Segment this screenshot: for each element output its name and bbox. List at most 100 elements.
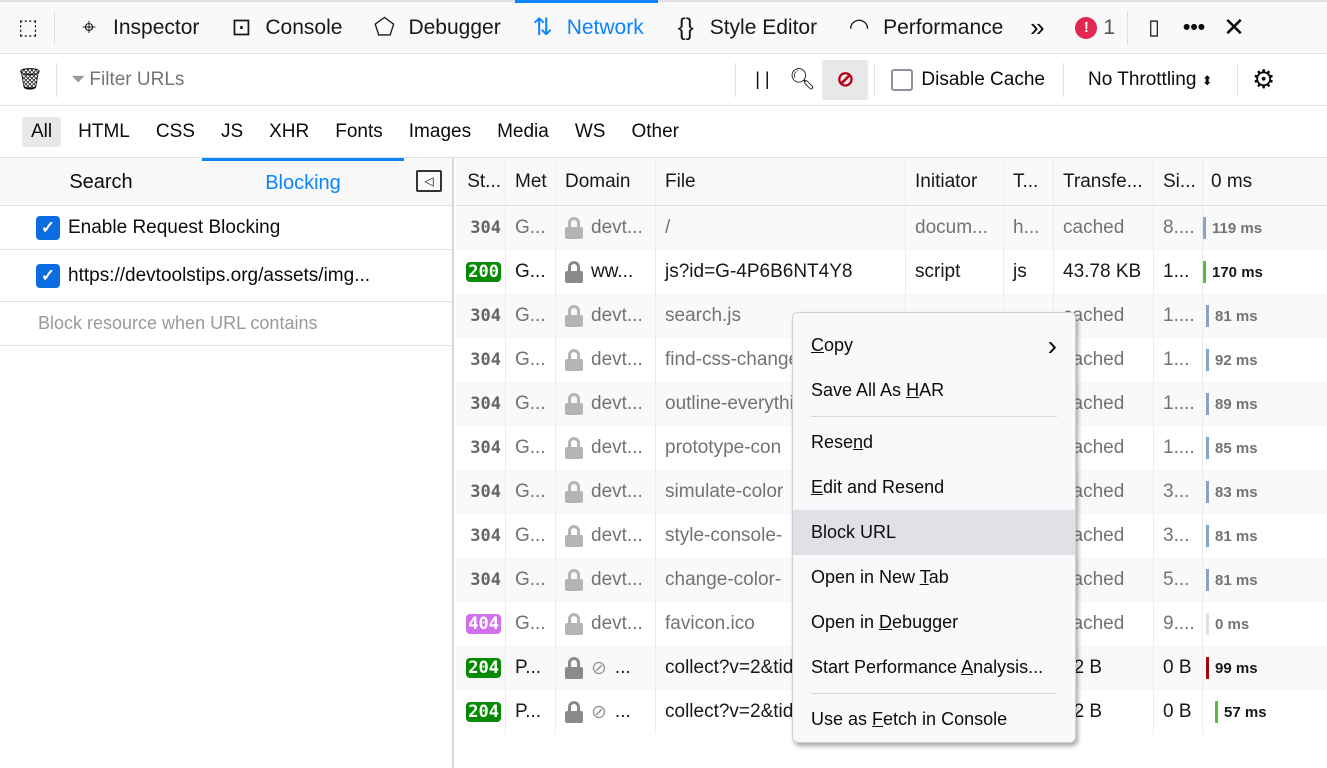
status-cell: 204 — [456, 690, 506, 734]
more-tools-chevron-icon[interactable]: » — [1017, 8, 1057, 48]
menu-item-open-in-debugger[interactable]: Open in Debugger — [793, 600, 1075, 645]
domain: devt... — [591, 305, 643, 326]
tool-label: Network — [566, 15, 644, 39]
tab-blocking[interactable]: Blocking — [202, 157, 404, 206]
table-row[interactable]: 304 G... devt... / docum... h... cached 8.... 11… — [456, 206, 1327, 250]
size-cell: 0 B — [1154, 646, 1203, 690]
domain: ... — [614, 701, 631, 722]
block-url-input[interactable]: Block resource when URL contains — [0, 302, 452, 346]
menu-item-resend[interactable]: Resend — [793, 420, 1075, 465]
menu-item-save-all-as-har[interactable]: Save All As HAR — [793, 368, 1075, 413]
status-cell: 304 — [456, 558, 506, 602]
settings-gear-icon[interactable]: ⚙ — [1244, 60, 1284, 100]
lock-icon — [565, 305, 583, 327]
status-code: 404 — [466, 614, 501, 634]
collapse-sidebar-icon[interactable]: ◁ — [416, 170, 442, 192]
tool-label: Console — [265, 15, 343, 39]
column-header[interactable]: File — [656, 158, 906, 205]
tab-inspector[interactable]: ⌖ Inspector — [61, 2, 213, 54]
timing-label: 92 ms — [1215, 351, 1258, 369]
search-icon[interactable]: 🔍︎ — [782, 60, 822, 100]
tool-label: Performance — [883, 15, 1004, 39]
column-header[interactable]: 0 ms — [1203, 158, 1327, 205]
disable-cache-checkbox[interactable] — [891, 68, 914, 91]
lock-icon — [565, 569, 583, 591]
enable-request-blocking[interactable]: ✓ Enable Request Blocking — [0, 206, 452, 250]
blocked-url-item[interactable]: ✓ https://devtoolstips.org/assets/img... — [0, 250, 452, 302]
size-cell: 1.... — [1154, 382, 1203, 426]
size-cell: 1.... — [1154, 294, 1203, 338]
menu-item-start-performance-analysis[interactable]: Start Performance Analysis... — [793, 645, 1075, 690]
menu-item-copy[interactable]: Copy › — [793, 323, 1075, 368]
type-filter-xhr[interactable]: XHR — [260, 117, 318, 147]
menu-item-edit-and-resend[interactable]: Edit and Resend — [793, 465, 1075, 510]
timing-label: 85 ms — [1215, 439, 1258, 457]
block-url-placeholder: Block resource when URL contains — [38, 313, 318, 333]
waterfall-cell: 81 ms — [1203, 294, 1327, 338]
timing-label: 0 ms — [1215, 615, 1250, 633]
menu-separator — [811, 416, 1057, 417]
console-icon: ⊡ — [231, 14, 252, 41]
lock-icon — [565, 525, 583, 547]
tab-style-editor[interactable]: {} Style Editor — [658, 2, 831, 54]
type-filter-html[interactable]: HTML — [69, 117, 139, 147]
domain: devt... — [591, 393, 643, 414]
error-count-button[interactable]: ! 1 — [1069, 8, 1121, 48]
menu-item-use-as-fetch-in-console[interactable]: Use as Fetch in Console — [793, 697, 1075, 742]
column-header[interactable]: St... — [456, 158, 506, 205]
column-header[interactable]: Met — [506, 158, 556, 205]
method-cell: G... — [506, 338, 556, 382]
column-header[interactable]: Initiator — [906, 158, 1004, 205]
domain-cell: devt... — [556, 294, 656, 338]
clear-trash-icon[interactable]: 🗑 — [10, 60, 50, 100]
method-cell: G... — [506, 470, 556, 514]
debugger-icon: ⬠ — [374, 14, 395, 41]
tab-debugger[interactable]: ⬠ Debugger — [356, 2, 514, 54]
timing-bar — [1203, 261, 1206, 283]
column-header[interactable]: Domain — [556, 158, 656, 205]
table-row[interactable]: 200 G... ww... js?id=G-4P6B6NT4Y8 script js 43… — [456, 250, 1327, 294]
close-icon[interactable]: ✕ — [1214, 8, 1254, 48]
throttling-select[interactable]: No Throttling ⬍ — [1088, 69, 1213, 91]
more-options-icon[interactable]: ••• — [1174, 8, 1214, 48]
menu-item-label: Open in Debugger — [811, 612, 959, 632]
method-cell: G... — [506, 206, 556, 250]
column-header[interactable]: T... — [1004, 158, 1054, 205]
type-filter-css[interactable]: CSS — [147, 117, 204, 147]
column-header[interactable]: Transfe... — [1054, 158, 1154, 205]
tab-console[interactable]: ⊡ Console — [213, 2, 356, 54]
filter-urls-input[interactable] — [89, 68, 730, 91]
transferred-cell: cached — [1054, 206, 1154, 250]
divider — [874, 62, 876, 97]
tab-performance[interactable]: ◠ Performance — [831, 2, 1017, 54]
menu-item-block-url[interactable]: Block URL — [793, 510, 1075, 555]
type-filter-media[interactable]: Media — [488, 117, 558, 147]
blocked-url: https://devtoolstips.org/assets/img... — [68, 264, 371, 286]
checkbox-checked[interactable]: ✓ — [36, 263, 60, 288]
tab-network[interactable]: ⇅ Network — [514, 0, 658, 54]
type-filter-ws[interactable]: WS — [566, 117, 615, 147]
menu-item-open-in-new-tab[interactable]: Open in New Tab — [793, 555, 1075, 600]
element-picker-icon[interactable]: ⬚ — [8, 8, 48, 48]
tab-search[interactable]: Search — [0, 158, 202, 206]
request-blocking-icon[interactable]: ⊘ — [822, 59, 869, 100]
domain: devt... — [591, 569, 643, 590]
status-cell: 200 — [456, 250, 506, 294]
waterfall-cell: 170 ms — [1203, 250, 1327, 294]
tracker-icon: ⊘ — [591, 701, 607, 723]
responsive-design-icon[interactable]: ▯ — [1134, 8, 1174, 48]
domain-cell: ⊘... — [556, 646, 656, 690]
pause-icon[interactable]: | | — [742, 60, 782, 100]
status-code: 304 — [470, 482, 501, 502]
waterfall-cell: 83 ms — [1203, 470, 1327, 514]
type-filter-fonts[interactable]: Fonts — [326, 117, 392, 147]
request-blocking-sidebar: Search Blocking ◁ ✓ Enable Request Blocki… — [0, 157, 454, 768]
lock-icon — [565, 481, 583, 503]
checkbox-checked[interactable]: ✓ — [36, 215, 60, 240]
type-filter-js[interactable]: JS — [212, 117, 252, 147]
column-header[interactable]: Si... — [1154, 158, 1203, 205]
type-filter-images[interactable]: Images — [400, 117, 480, 147]
type-filter-other[interactable]: Other — [622, 117, 688, 147]
type-filter-all[interactable]: All — [22, 116, 62, 147]
table-header: St... Met Domain File Initiator T... Transfe..… — [456, 158, 1327, 206]
